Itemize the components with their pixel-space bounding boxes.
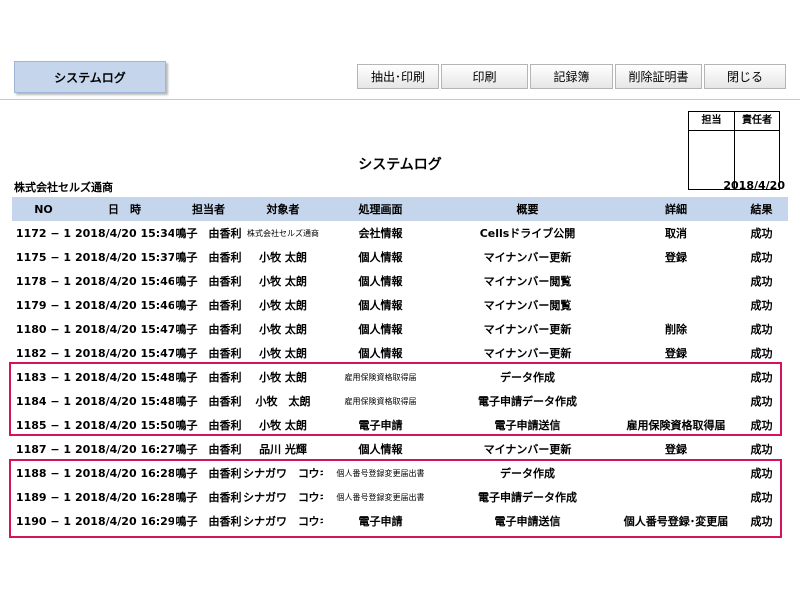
col-header-detail: 詳細 <box>665 203 687 216</box>
report-date: 2018/4/20 <box>723 179 785 192</box>
cell-staff: 鳴子 由香利 <box>175 227 242 240</box>
toolbar: 抽出･印刷 印刷 記録簿 削除証明書 閉じる <box>357 64 788 89</box>
cell-no: 1179 − 1 <box>15 298 72 312</box>
company-name: 株式会社セルズ通商 <box>14 181 113 194</box>
cell-detail: 取消 <box>665 227 687 240</box>
table-row: 1180 − 1 2018/4/20 15:47 鳴子 由香利 小牧 太朗 個人情報 マイ… <box>12 317 788 341</box>
stamp-col-person-in-charge: 担当 <box>689 112 734 189</box>
cell-screen: 個人情報 <box>358 299 403 312</box>
cell-subject: 小牧 太朗 <box>259 275 307 288</box>
cell-summary: マイナンバー更新 <box>483 347 572 360</box>
cell-result: 成功 <box>750 347 773 360</box>
cell-staff: 鳴子 由香利 <box>175 299 242 312</box>
stamp-label-manager: 責任者 <box>735 112 779 131</box>
table-row: 1179 − 1 2018/4/20 15:46 鳴子 由香利 小牧 太朗 個人情報 マイ… <box>12 293 788 317</box>
cell-result: 成功 <box>750 443 773 456</box>
header-divider <box>0 99 800 100</box>
cell-screen: 個人情報 <box>358 443 403 456</box>
cell-no: 1172 − 1 <box>15 226 72 240</box>
stamp-label-person-in-charge: 担当 <box>689 112 734 131</box>
table-row: 1178 − 1 2018/4/20 15:46 鳴子 由香利 小牧 太朗 個人情報 マイ… <box>12 269 788 293</box>
cell-summary: マイナンバー更新 <box>483 323 572 336</box>
cell-staff: 鳴子 由香利 <box>175 323 242 336</box>
col-header-datetime: 日 時 <box>108 203 141 216</box>
cell-screen: 個人情報 <box>358 275 403 288</box>
cell-no: 1175 − 1 <box>15 250 72 264</box>
cell-summary: マイナンバー閲覧 <box>483 299 572 312</box>
cell-no: 1182 − 1 <box>15 346 72 360</box>
cell-datetime: 2018/4/20 15:37 <box>75 250 174 264</box>
cell-subject: 小牧 太朗 <box>259 347 307 360</box>
col-header-subject: 対象者 <box>266 203 300 216</box>
cell-datetime: 2018/4/20 15:47 <box>75 322 174 336</box>
cell-result: 成功 <box>750 227 773 240</box>
cell-screen: 個人情報 <box>358 347 403 360</box>
highlight-box-personal-number <box>9 459 782 538</box>
record-book-button[interactable]: 記録簿 <box>530 64 613 89</box>
cell-staff: 鳴子 由香利 <box>175 347 242 360</box>
cell-subject: 品川 光輝 <box>259 443 307 456</box>
deletion-certificate-button[interactable]: 削除証明書 <box>615 64 702 89</box>
cell-detail: 登録 <box>665 443 687 456</box>
cell-subject: 小牧 太朗 <box>259 251 307 264</box>
cell-staff: 鳴子 由香利 <box>175 251 242 264</box>
cell-screen: 会社情報 <box>358 227 403 240</box>
col-header-summary: 概要 <box>516 203 539 216</box>
cell-screen: 個人情報 <box>358 323 403 336</box>
cell-result: 成功 <box>750 251 773 264</box>
table-header-row: NO 日 時 担当者 対象者 処理画面 概要 詳細 結果 <box>12 197 788 221</box>
cell-detail: 登録 <box>665 347 687 360</box>
system-log-tab[interactable]: システムログ <box>14 61 166 93</box>
table-row: 1175 − 1 2018/4/20 15:37 鳴子 由香利 小牧 太朗 個人情報 マイ… <box>12 245 788 269</box>
col-header-result: 結果 <box>750 203 773 216</box>
cell-datetime: 2018/4/20 15:46 <box>75 274 174 288</box>
cell-staff: 鳴子 由香利 <box>175 443 242 456</box>
cell-summary: マイナンバー閲覧 <box>483 275 572 288</box>
table-row: 1187 − 1 2018/4/20 16:27 鳴子 由香利 品川 光輝 個人情報 マイ… <box>12 437 788 461</box>
report-title: システムログ <box>358 157 442 173</box>
cell-summary: Cellsドライブ公開 <box>479 227 576 240</box>
cell-subject: 株式会社セルズ通商 <box>247 228 319 238</box>
cell-datetime: 2018/4/20 16:27 <box>75 442 174 456</box>
cell-datetime: 2018/4/20 15:47 <box>75 346 174 360</box>
close-button[interactable]: 閉じる <box>704 64 786 89</box>
col-header-staff: 担当者 <box>192 203 225 216</box>
cell-staff: 鳴子 由香利 <box>175 275 242 288</box>
cell-detail: 削除 <box>665 323 687 336</box>
cell-datetime: 2018/4/20 15:34 <box>75 226 174 240</box>
col-header-no: NO <box>34 202 53 216</box>
stamp-col-manager: 責任者 <box>734 112 779 189</box>
cell-summary: マイナンバー更新 <box>483 443 572 456</box>
extract-print-button[interactable]: 抽出･印刷 <box>357 64 439 89</box>
col-header-screen: 処理画面 <box>358 203 403 216</box>
highlight-box-employment-insurance <box>9 362 782 436</box>
cell-screen: 個人情報 <box>358 251 403 264</box>
cell-result: 成功 <box>750 275 773 288</box>
table-row: 1172 − 1 2018/4/20 15:34 鳴子 由香利 株式会社セルズ通商 会社… <box>12 221 788 245</box>
cell-detail: 登録 <box>665 251 687 264</box>
cell-no: 1187 − 1 <box>15 442 72 456</box>
cell-datetime: 2018/4/20 15:46 <box>75 298 174 312</box>
system-log-tab-label: システムログ <box>54 70 126 85</box>
cell-summary: マイナンバー更新 <box>483 251 572 264</box>
cell-result: 成功 <box>750 323 773 336</box>
cell-subject: 小牧 太朗 <box>259 299 307 312</box>
cell-subject: 小牧 太朗 <box>259 323 307 336</box>
cell-result: 成功 <box>750 299 773 312</box>
cell-no: 1178 − 1 <box>15 274 72 288</box>
cell-no: 1180 − 1 <box>15 322 72 336</box>
print-button[interactable]: 印刷 <box>441 64 528 89</box>
